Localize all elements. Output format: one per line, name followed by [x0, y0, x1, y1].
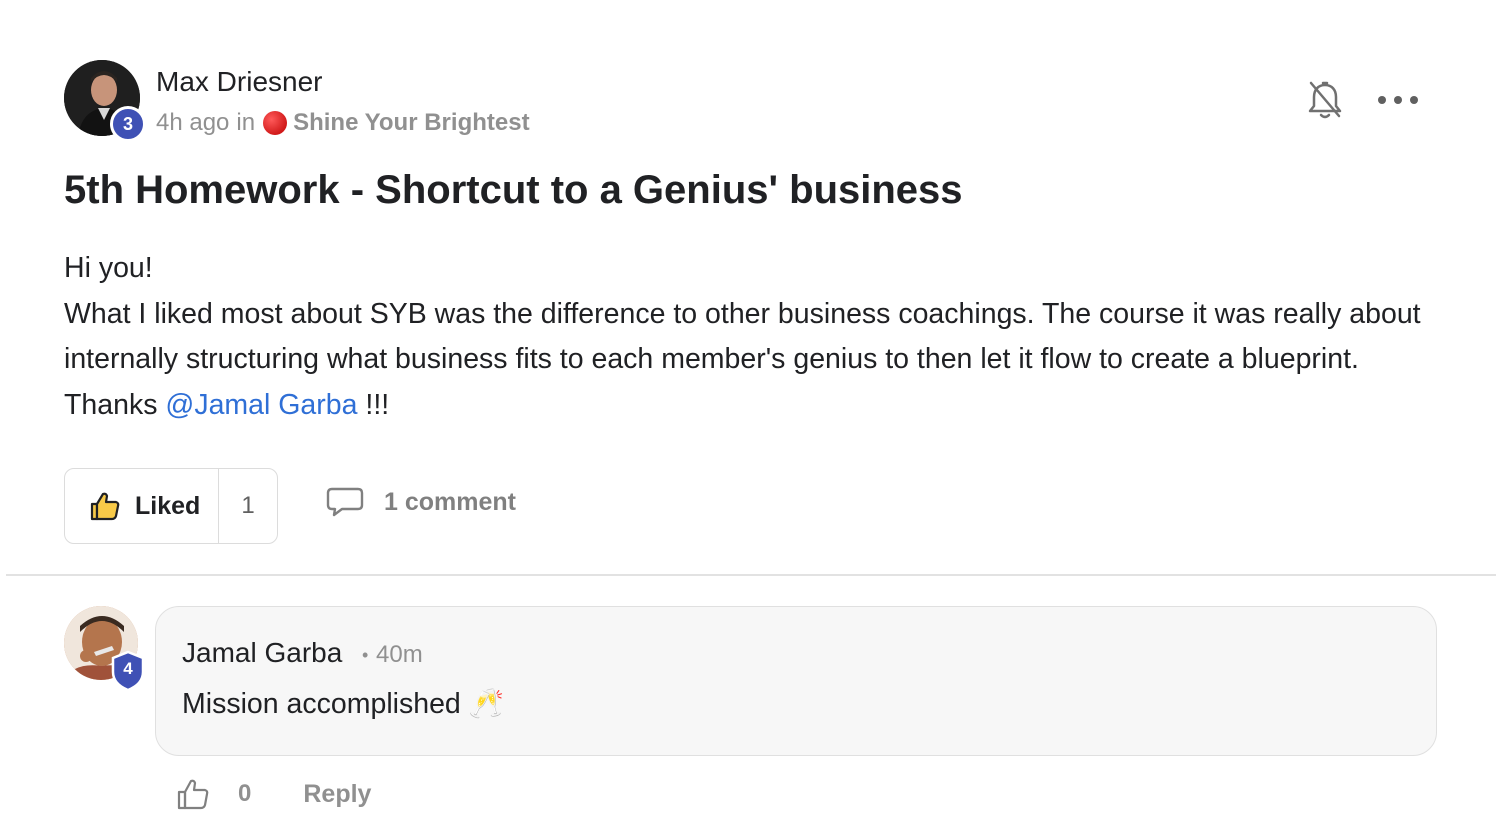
comment-actions: 0 Reply [176, 774, 371, 814]
post-text: What I liked most about SYB was the diff… [64, 292, 1444, 429]
commenter-level-badge: 4 [110, 650, 146, 692]
post-header: 3 Max Driesner 4h ago in Shine Your Brig… [64, 60, 1436, 142]
commenter-avatar-container[interactable]: 4 [64, 606, 145, 692]
notifications-off-button[interactable] [1308, 80, 1342, 120]
post-time: 4h ago [156, 109, 230, 136]
post-text-end: !!! [357, 388, 390, 421]
commenter-level: 4 [123, 659, 133, 678]
like-label: Liked [135, 491, 201, 520]
post-greeting: Hi you! [64, 252, 153, 284]
like-count[interactable]: 1 [219, 469, 277, 543]
comment-bubble: Jamal Garba • 40m Mission accomplished 🥂 [155, 606, 1437, 756]
comment-icon [326, 487, 364, 517]
like-control: Liked 1 [64, 468, 278, 544]
post-body: Hi you! What I liked most about SYB was … [64, 246, 1444, 428]
bell-off-icon [1308, 81, 1342, 119]
post-in-label: in [236, 109, 256, 136]
like-button[interactable]: Liked [65, 469, 219, 543]
post-title: 5th Homework - Shortcut to a Genius' bus… [64, 168, 963, 212]
post-meta: 4h ago in Shine Your Brightest [156, 109, 530, 137]
more-horizontal-icon-dot [1378, 96, 1386, 104]
commenter-name[interactable]: Jamal Garba [182, 637, 342, 669]
comment-time: 40m [376, 641, 423, 668]
comment-count-label: 1 comment [384, 487, 516, 516]
more-options-button[interactable] [1378, 88, 1418, 112]
comment-like-button[interactable]: 0 [176, 778, 251, 810]
divider [6, 574, 1496, 576]
thumbs-up-outline-icon [177, 779, 209, 810]
comment-count-button[interactable]: 1 comment [326, 486, 516, 518]
thumbs-up-icon [90, 492, 120, 521]
comment-like-count: 0 [238, 780, 252, 807]
reply-button[interactable]: Reply [303, 780, 371, 809]
more-horizontal-icon-dot [1394, 96, 1402, 104]
more-horizontal-icon-dot [1410, 96, 1418, 104]
author-name[interactable]: Max Driesner [156, 66, 322, 98]
mention-link[interactable]: @Jamal Garba [165, 389, 357, 421]
author-level-badge: 3 [110, 106, 146, 142]
author-avatar-container[interactable]: 3 [64, 60, 146, 142]
group-link[interactable]: Shine Your Brightest [293, 109, 529, 137]
meta-separator: • [362, 645, 369, 665]
comment-text: Mission accomplished 🥂 [182, 688, 505, 720]
group-red-dot-icon [263, 111, 288, 135]
